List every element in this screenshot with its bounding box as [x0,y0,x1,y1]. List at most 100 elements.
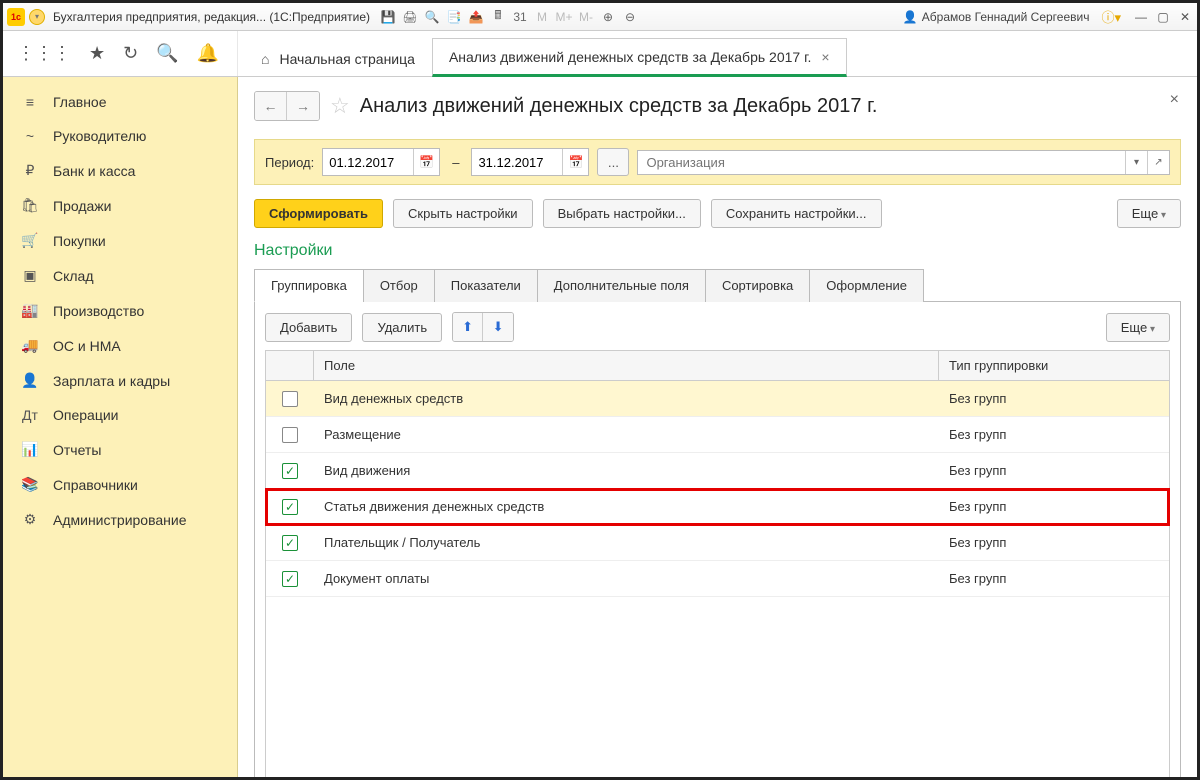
generate-button[interactable]: Сформировать [254,199,383,228]
nav-back-button[interactable]: ← [255,92,287,120]
row-field: Вид денежных средств [314,384,939,413]
preview-icon[interactable]: 🔍 [424,9,440,25]
toolbar-more-button[interactable]: Еще [1106,313,1170,342]
more-button[interactable]: Еще [1117,199,1181,228]
sidebar-item-7[interactable]: 🚚ОС и НМА [3,328,237,363]
calendar-icon[interactable]: 31 [512,9,528,25]
title-dropdown-icon[interactable]: ▾ [29,9,45,25]
row-type: Без групп [939,420,1169,449]
page-close-icon[interactable]: × [1170,91,1179,109]
period-bar: Период: 📅 – 📅 ... ▾ ↗ [254,139,1181,185]
search-icon[interactable]: 🔍 [156,43,178,64]
settings-tab-4[interactable]: Сортировка [705,269,810,302]
sidebar-item-9[interactable]: ДтОперации [3,398,237,432]
settings-title: Настройки [254,242,1181,260]
sidebar-label: Отчеты [53,442,101,458]
period-picker-button[interactable]: ... [597,148,629,176]
tab-report-label: Анализ движений денежных средств за Дека… [449,49,811,65]
user-icon: 👤 [903,10,918,24]
bell-icon[interactable]: 🔔 [197,43,219,64]
sidebar-icon: ⚙ [21,511,39,528]
date-to-input[interactable]: 📅 [471,148,589,176]
grid-row-4[interactable]: ✓Плательщик / ПолучательБез групп [266,525,1169,561]
move-up-button[interactable]: ⬆ [453,313,483,341]
settings-tabs: ГруппировкаОтборПоказателиДополнительные… [254,268,1181,302]
grid-row-2[interactable]: ✓Вид движенияБез групп [266,453,1169,489]
tab-home[interactable]: ⌂ Начальная страница [244,40,432,76]
delete-button[interactable]: Удалить [362,313,442,342]
calendar-from-icon[interactable]: 📅 [413,149,439,175]
save-settings-button[interactable]: Сохранить настройки... [711,199,882,228]
close-icon[interactable]: ✕ [1177,9,1193,25]
compare-icon[interactable]: 📑 [446,9,462,25]
sidebar-icon: ▣ [21,267,39,284]
sidebar-label: Руководителю [53,128,146,144]
save-icon[interactable]: 💾 [380,9,396,25]
history-icon[interactable]: ↻ [123,43,138,64]
date-from-input[interactable]: 📅 [322,148,440,176]
m-plus-icon[interactable]: M+ [556,9,572,25]
organization-input[interactable]: ▾ ↗ [637,150,1170,175]
settings-tab-5[interactable]: Оформление [809,269,924,302]
tab-close-icon[interactable]: × [821,49,829,65]
row-field: Статья движения денежных средств [314,492,939,521]
sidebar-icon: Дт [21,407,39,423]
nav-fwd-button[interactable]: → [287,92,319,120]
m-minus-icon[interactable]: M- [578,9,594,25]
print-icon[interactable]: 🖨 [402,9,418,25]
favorite-icon[interactable]: ★ [89,43,105,64]
settings-tab-2[interactable]: Показатели [434,269,538,302]
quick-toolbar: ⋮⋮⋮ ★ ↻ 🔍 🔔 [3,31,238,76]
zoom-in-icon[interactable]: ⊕ [600,9,616,25]
sidebar-item-8[interactable]: 👤Зарплата и кадры [3,363,237,398]
sidebar-item-6[interactable]: 🏭Производство [3,293,237,328]
sidebar-label: Зарплата и кадры [53,373,170,389]
row-checkbox[interactable]: ✓ [282,571,298,587]
sidebar-item-10[interactable]: 📊Отчеты [3,432,237,467]
grid-row-0[interactable]: Вид денежных средствБез групп [266,381,1169,417]
move-down-button[interactable]: ⬇ [483,313,513,341]
sidebar-item-12[interactable]: ⚙Администрирование [3,502,237,537]
maximize-icon[interactable]: ▢ [1155,9,1171,25]
settings-tab-1[interactable]: Отбор [363,269,435,302]
row-checkbox[interactable]: ✓ [282,463,298,479]
org-dropdown-icon[interactable]: ▾ [1125,151,1147,174]
date-from-field[interactable] [323,151,413,174]
row-checkbox[interactable]: ✓ [282,535,298,551]
row-checkbox[interactable]: ✓ [282,499,298,515]
row-checkbox[interactable] [282,391,298,407]
m-icon[interactable]: M [534,9,550,25]
sidebar-item-4[interactable]: 🛒Покупки [3,223,237,258]
tab-report[interactable]: Анализ движений денежных средств за Дека… [432,38,847,77]
date-to-field[interactable] [472,151,562,174]
favorite-star-icon[interactable]: ☆ [330,93,350,119]
grid-row-5[interactable]: ✓Документ оплатыБез групп [266,561,1169,597]
sidebar-item-1[interactable]: ~Руководителю [3,119,237,153]
settings-tab-3[interactable]: Дополнительные поля [537,269,706,302]
organization-field[interactable] [638,151,1125,174]
add-button[interactable]: Добавить [265,313,352,342]
zoom-out-icon[interactable]: ⊖ [622,9,638,25]
choose-settings-button[interactable]: Выбрать настройки... [543,199,701,228]
settings-tab-0[interactable]: Группировка [254,269,364,302]
settings-panel: Добавить Удалить ⬆ ⬇ Еще Поле Тип группи… [254,302,1181,780]
org-expand-icon[interactable]: ↗ [1147,151,1169,174]
sidebar-item-2[interactable]: ₽Банк и касса [3,153,237,188]
grid-row-3[interactable]: ✓Статья движения денежных средствБез гру… [266,489,1169,525]
row-checkbox[interactable] [282,427,298,443]
sidebar-item-11[interactable]: 📚Справочники [3,467,237,502]
hide-settings-button[interactable]: Скрыть настройки [393,199,533,228]
grid-row-1[interactable]: РазмещениеБез групп [266,417,1169,453]
calc-icon[interactable]: 🖩 [490,9,506,25]
calendar-to-icon[interactable]: 📅 [562,149,588,175]
minimize-icon[interactable]: — [1133,9,1149,25]
grid-blank [266,597,1169,780]
sidebar-item-0[interactable]: ≡Главное [3,85,237,119]
row-type: Без групп [939,456,1169,485]
export-icon[interactable]: 📤 [468,9,484,25]
sidebar-item-3[interactable]: 🛍Продажи [3,188,237,223]
info-icon[interactable]: ⓘ▾ [1101,7,1121,26]
sidebar-item-5[interactable]: ▣Склад [3,258,237,293]
apps-icon[interactable]: ⋮⋮⋮ [17,43,71,64]
current-user[interactable]: 👤 Абрамов Геннадий Сергеевич [903,10,1090,24]
